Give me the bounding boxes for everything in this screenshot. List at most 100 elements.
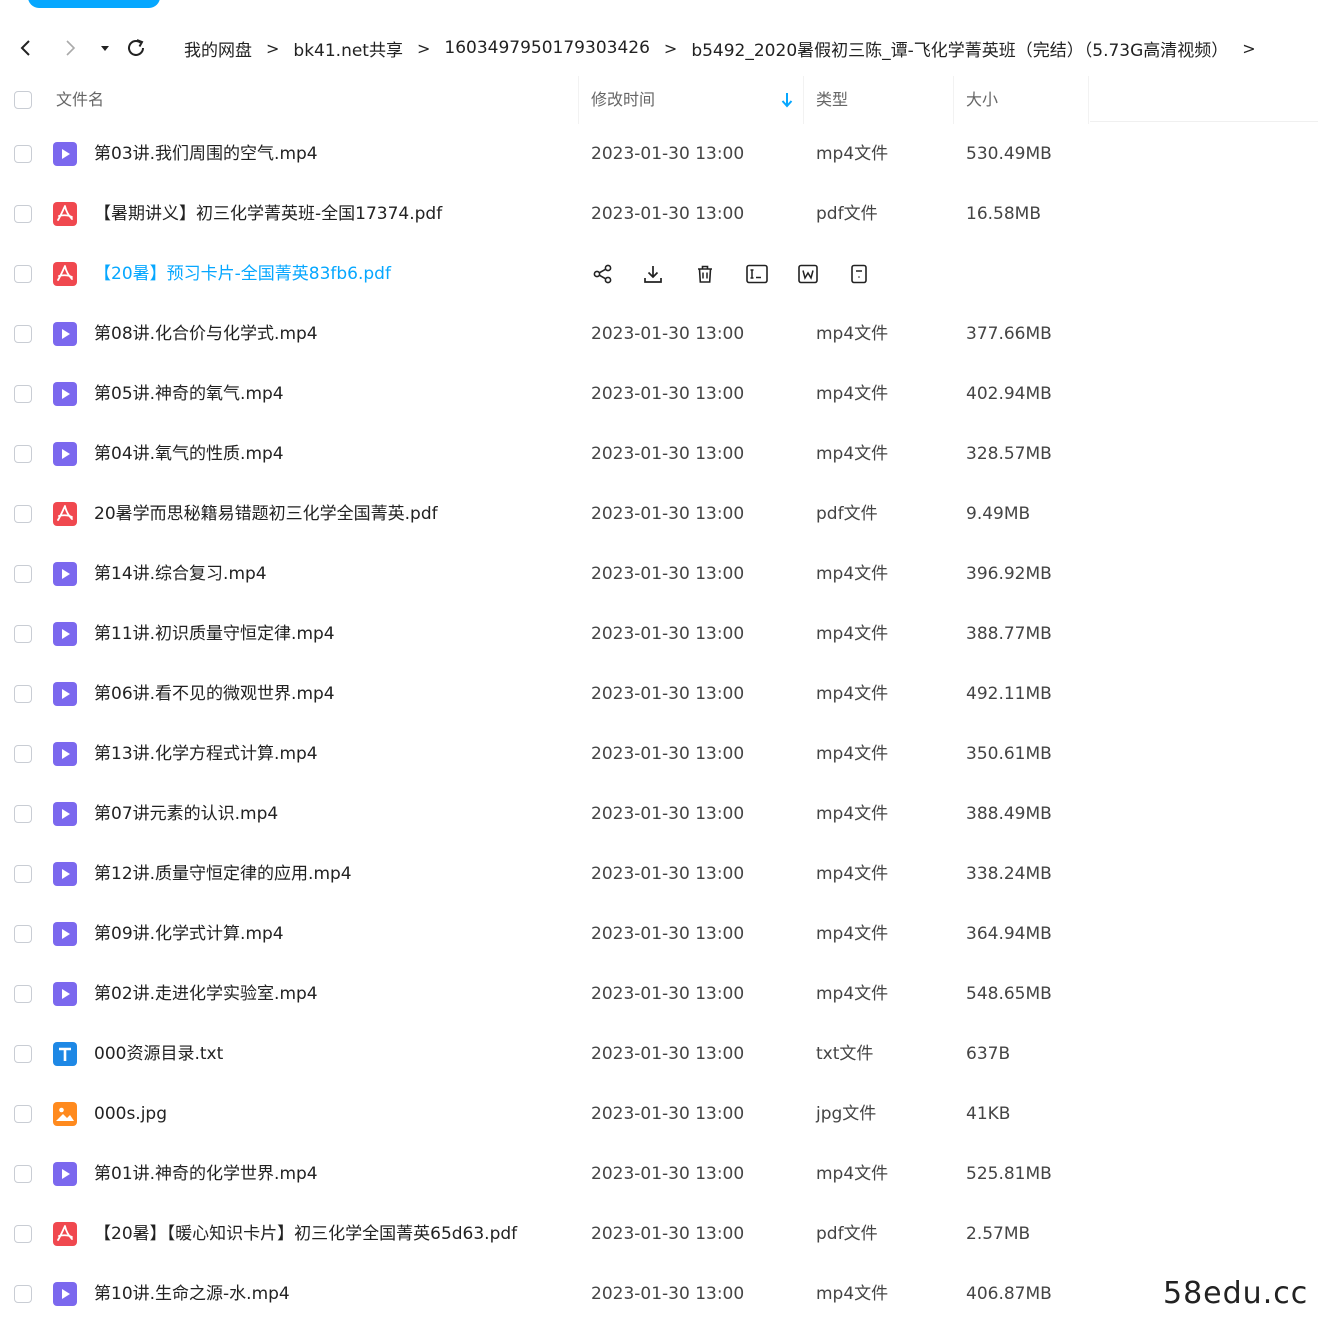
file-name[interactable]: 第02讲.走进化学实验室.mp4 bbox=[94, 964, 318, 1024]
row-checkbox[interactable] bbox=[14, 685, 32, 703]
row-checkbox[interactable] bbox=[14, 265, 32, 283]
refresh-icon[interactable] bbox=[124, 36, 148, 60]
row-checkbox[interactable] bbox=[14, 205, 32, 223]
file-modified-time: 2023-01-30 13:00 bbox=[591, 564, 745, 584]
file-name[interactable]: 第12讲.质量守恒定律的应用.mp4 bbox=[94, 844, 352, 904]
file-row[interactable]: 第06讲.看不见的微观世界.mp4 2023-01-30 13:00 mp4文件 49… bbox=[0, 664, 1318, 724]
rename-icon[interactable] bbox=[744, 261, 770, 287]
file-size: 548.65MB bbox=[966, 984, 1052, 1004]
row-checkbox[interactable] bbox=[14, 865, 32, 883]
mp4-file-icon bbox=[52, 921, 78, 947]
row-checkbox[interactable] bbox=[14, 505, 32, 523]
file-name[interactable]: 第05讲.神奇的氧气.mp4 bbox=[94, 364, 284, 424]
pdf-file-icon bbox=[52, 1221, 78, 1247]
file-modified-time: 2023-01-30 13:00 bbox=[591, 324, 745, 344]
row-checkbox[interactable] bbox=[14, 1105, 32, 1123]
file-type: mp4文件 bbox=[816, 1284, 889, 1304]
file-name[interactable]: 【暑期讲义】初三化学菁英班-全国17374.pdf bbox=[94, 184, 442, 244]
file-row[interactable]: 第01讲.神奇的化学世界.mp4 2023-01-30 13:00 mp4文件 525… bbox=[0, 1144, 1318, 1204]
file-row[interactable]: 第08讲.化合价与化学式.mp4 2023-01-30 13:00 mp4文件 377… bbox=[0, 304, 1318, 364]
file-row[interactable]: 【20暑】预习卡片-全国菁英83fb6.pdf bbox=[0, 244, 1318, 304]
row-checkbox[interactable] bbox=[14, 385, 32, 403]
file-row[interactable]: 【20暑】【暖心知识卡片】初三化学全国菁英65d63.pdf 2023-01-30… bbox=[0, 1204, 1318, 1264]
breadcrumb-item[interactable]: 1603497950179303426 bbox=[444, 38, 650, 58]
breadcrumb-item-current[interactable]: b5492_2020暑假初三陈_谭-飞化学菁英班（完结）（5.73G高清视频） bbox=[691, 36, 1228, 61]
file-row[interactable]: 第07讲元素的认识.mp4 2023-01-30 13:00 mp4文件 388.49… bbox=[0, 784, 1318, 844]
file-modified-time: 2023-01-30 13:00 bbox=[591, 1224, 745, 1244]
file-name[interactable]: 第01讲.神奇的化学世界.mp4 bbox=[94, 1144, 318, 1204]
row-checkbox[interactable] bbox=[14, 565, 32, 583]
file-name[interactable]: 第10讲.生命之源-水.mp4 bbox=[94, 1264, 290, 1324]
chevron-right-icon[interactable] bbox=[58, 36, 82, 60]
file-name[interactable]: 第09讲.化学式计算.mp4 bbox=[94, 904, 284, 964]
column-header-name[interactable]: 文件名 bbox=[56, 76, 104, 124]
file-name[interactable]: 【20暑】预习卡片-全国菁英83fb6.pdf bbox=[94, 244, 391, 304]
row-checkbox[interactable] bbox=[14, 1225, 32, 1243]
file-name[interactable]: 第13讲.化学方程式计算.mp4 bbox=[94, 724, 318, 784]
file-modified-time: 2023-01-30 13:00 bbox=[591, 504, 745, 524]
upload-button[interactable] bbox=[28, 0, 160, 8]
arrow-down-icon[interactable] bbox=[780, 92, 794, 108]
row-checkbox[interactable] bbox=[14, 625, 32, 643]
select-all-checkbox[interactable] bbox=[14, 91, 32, 109]
file-name[interactable]: 第04讲.氧气的性质.mp4 bbox=[94, 424, 284, 484]
file-name[interactable]: 第08讲.化合价与化学式.mp4 bbox=[94, 304, 318, 364]
chevron-left-icon[interactable] bbox=[14, 36, 38, 60]
file-row[interactable]: 000s.jpg 2023-01-30 13:00 jpg文件 41KB bbox=[0, 1084, 1318, 1144]
row-checkbox[interactable] bbox=[14, 1285, 32, 1303]
row-checkbox[interactable] bbox=[14, 1165, 32, 1183]
share-icon[interactable] bbox=[590, 261, 616, 287]
delete-icon[interactable] bbox=[692, 261, 718, 287]
row-checkbox[interactable] bbox=[14, 745, 32, 763]
word-icon[interactable] bbox=[795, 261, 821, 287]
file-row[interactable]: 第04讲.氧气的性质.mp4 2023-01-30 13:00 mp4文件 328.5… bbox=[0, 424, 1318, 484]
download-icon[interactable] bbox=[640, 261, 666, 287]
file-row[interactable]: 第14讲.综合复习.mp4 2023-01-30 13:00 mp4文件 396.92… bbox=[0, 544, 1318, 604]
file-row[interactable]: 第02讲.走进化学实验室.mp4 2023-01-30 13:00 mp4文件 548… bbox=[0, 964, 1318, 1024]
file-row[interactable]: 第09讲.化学式计算.mp4 2023-01-30 13:00 mp4文件 364.9… bbox=[0, 904, 1318, 964]
file-name[interactable]: 第07讲元素的认识.mp4 bbox=[94, 784, 278, 844]
row-checkbox[interactable] bbox=[14, 985, 32, 1003]
file-name[interactable]: 第14讲.综合复习.mp4 bbox=[94, 544, 267, 604]
row-checkbox[interactable] bbox=[14, 145, 32, 163]
file-modified-time: 2023-01-30 13:00 bbox=[591, 864, 745, 884]
file-row[interactable]: 20暑学而思秘籍易错题初三化学全国菁英.pdf 2023-01-30 13:00 p… bbox=[0, 484, 1318, 544]
mp4-file-icon bbox=[52, 441, 78, 467]
file-name[interactable]: 第03讲.我们周围的空气.mp4 bbox=[94, 124, 318, 184]
file-size: 406.87MB bbox=[966, 1284, 1052, 1304]
file-row[interactable]: 第13讲.化学方程式计算.mp4 2023-01-30 13:00 mp4文件 350… bbox=[0, 724, 1318, 784]
file-row[interactable]: 【暑期讲义】初三化学菁英班-全国17374.pdf 2023-01-30 13:0… bbox=[0, 184, 1318, 244]
file-name[interactable]: 000s.jpg bbox=[94, 1084, 167, 1144]
mp4-file-icon bbox=[52, 381, 78, 407]
row-checkbox[interactable] bbox=[14, 1045, 32, 1063]
column-header-modified[interactable]: 修改时间 bbox=[591, 76, 655, 124]
more-icon[interactable] bbox=[846, 261, 872, 287]
mp4-file-icon bbox=[52, 681, 78, 707]
file-modified-time: 2023-01-30 13:00 bbox=[591, 804, 745, 824]
breadcrumb-item-root[interactable]: 我的网盘 bbox=[184, 36, 252, 61]
row-checkbox[interactable] bbox=[14, 805, 32, 823]
file-row[interactable]: 第05讲.神奇的氧气.mp4 2023-01-30 13:00 mp4文件 402.9… bbox=[0, 364, 1318, 424]
file-name[interactable]: 第11讲.初识质量守恒定律.mp4 bbox=[94, 604, 335, 664]
file-size: 388.77MB bbox=[966, 624, 1052, 644]
file-row[interactable]: 第03讲.我们周围的空气.mp4 2023-01-30 13:00 mp4文件 530… bbox=[0, 124, 1318, 184]
file-row[interactable]: 第11讲.初识质量守恒定律.mp4 2023-01-30 13:00 mp4文件 38… bbox=[0, 604, 1318, 664]
file-name[interactable]: 【20暑】【暖心知识卡片】初三化学全国菁英65d63.pdf bbox=[94, 1204, 517, 1264]
file-type: mp4文件 bbox=[816, 864, 889, 884]
row-checkbox[interactable] bbox=[14, 325, 32, 343]
file-name[interactable]: 第06讲.看不见的微观世界.mp4 bbox=[94, 664, 335, 724]
row-checkbox[interactable] bbox=[14, 925, 32, 943]
row-checkbox[interactable] bbox=[14, 445, 32, 463]
file-name[interactable]: 20暑学而思秘籍易错题初三化学全国菁英.pdf bbox=[94, 484, 438, 544]
mp4-file-icon bbox=[52, 981, 78, 1007]
file-row[interactable]: 000资源目录.txt 2023-01-30 13:00 txt文件 637B bbox=[0, 1024, 1318, 1084]
file-type: mp4文件 bbox=[816, 684, 889, 704]
column-header-size[interactable]: 大小 bbox=[966, 76, 998, 124]
breadcrumb-separator[interactable]: > bbox=[1242, 39, 1255, 58]
breadcrumb-item[interactable]: bk41.net共享 bbox=[293, 36, 403, 61]
file-row[interactable]: 第10讲.生命之源-水.mp4 2023-01-30 13:00 mp4文件 406.… bbox=[0, 1264, 1318, 1324]
caret-down-icon[interactable] bbox=[96, 36, 114, 60]
file-row[interactable]: 第12讲.质量守恒定律的应用.mp4 2023-01-30 13:00 mp4文件 3… bbox=[0, 844, 1318, 904]
file-name[interactable]: 000资源目录.txt bbox=[94, 1024, 223, 1084]
column-header-type[interactable]: 类型 bbox=[816, 76, 848, 124]
